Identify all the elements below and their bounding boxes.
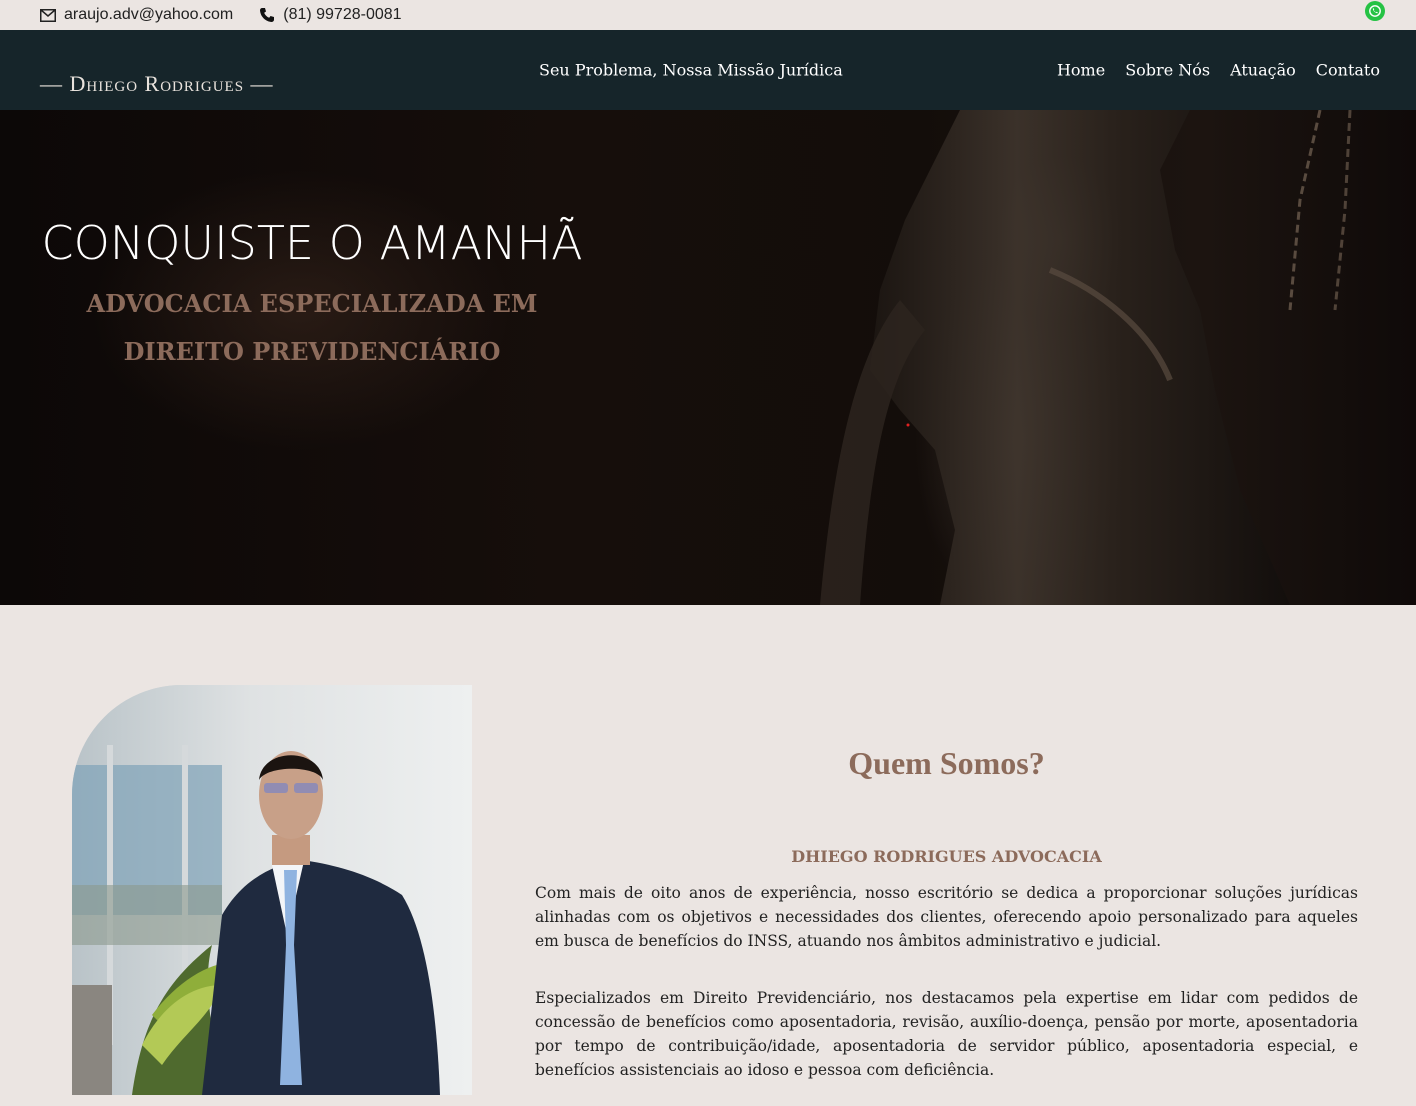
about-paragraph-1: Com mais de oito anos de experiência, no…	[535, 884, 1358, 950]
phone-link[interactable]: (81) 99728-0081	[283, 6, 401, 24]
about-subheading: DHIEGO RODRIGUES ADVOCACIA	[791, 847, 1102, 866]
hero-title: CONQUISTE O AMANHÃ	[41, 216, 583, 270]
nav-menu: Home Sobre Nós Atuação Contato	[1057, 61, 1380, 80]
contact-info: araujo.adv@yahoo.com (81) 99728-0081	[40, 0, 402, 30]
whatsapp-icon[interactable]	[1365, 1, 1385, 21]
main-navbar: — Dhiego Rodrigues — Seu Problema, Nossa…	[0, 30, 1416, 110]
site-logo[interactable]: — Dhiego Rodrigues —	[40, 71, 274, 97]
email-link[interactable]: araujo.adv@yahoo.com	[64, 6, 233, 24]
phone-icon	[259, 7, 275, 23]
envelope-icon	[40, 8, 56, 22]
nav-item-sobre-nos[interactable]: Sobre Nós	[1125, 61, 1210, 80]
about-paragraph-2: Especializados em Direito Previdenciário…	[535, 989, 1358, 1079]
about-section: Quem Somos? DHIEGO RODRIGUES ADVOCACIA C…	[0, 605, 1416, 1106]
nav-item-home[interactable]: Home	[1057, 61, 1105, 80]
hero-subtitle: ADVOCACIA ESPECIALIZADA EM DIREITO PREVI…	[86, 289, 538, 366]
hero-banner: CONQUISTE O AMANHÃ ADVOCACIA ESPECIALIZA…	[0, 110, 1416, 605]
nav-item-contato[interactable]: Contato	[1316, 61, 1380, 80]
nav-tagline: Seu Problema, Nossa Missão Jurídica	[539, 60, 843, 80]
nav-item-atuacao[interactable]: Atuação	[1230, 61, 1296, 80]
top-contact-bar: araujo.adv@yahoo.com (81) 99728-0081	[0, 0, 1416, 30]
about-heading: Quem Somos?	[848, 745, 1045, 781]
lawyer-photo	[72, 685, 472, 1095]
